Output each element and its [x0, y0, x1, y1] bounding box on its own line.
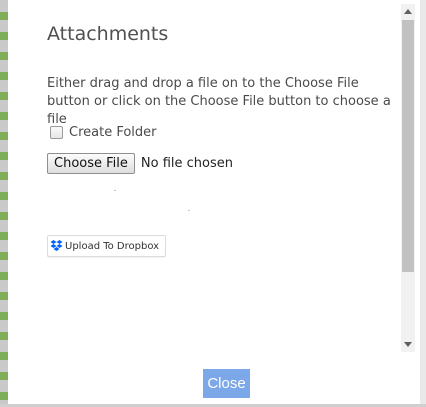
scroll-down-icon[interactable] — [404, 342, 412, 347]
background-page-strip — [0, 0, 8, 407]
create-folder-checkbox[interactable] — [50, 126, 63, 139]
choose-file-button[interactable]: Choose File — [47, 153, 135, 174]
attachments-dialog: Attachments Either drag and drop a file … — [8, 0, 420, 404]
dropbox-label: Upload To Dropbox — [65, 240, 160, 252]
faint-dot — [188, 210, 190, 211]
dialog-scroll-area: Attachments Either drag and drop a file … — [8, 0, 420, 355]
create-folder-option[interactable]: Create Folder — [50, 125, 157, 140]
file-status-text: No file chosen — [140, 156, 233, 171]
instructions-text: Either drag and drop a file on to the Ch… — [47, 76, 391, 127]
dropbox-icon — [50, 240, 63, 251]
vertical-scrollbar[interactable] — [401, 4, 415, 352]
upload-to-dropbox-button[interactable]: Upload To Dropbox — [47, 235, 167, 257]
scroll-up-icon[interactable] — [404, 9, 412, 14]
file-input: Choose File No file chosen — [47, 153, 233, 174]
close-button[interactable]: Close — [203, 369, 250, 398]
create-folder-label: Create Folder — [69, 125, 157, 140]
dialog-title: Attachments — [47, 23, 169, 45]
scrollbar-thumb[interactable] — [402, 20, 414, 272]
faint-dot — [114, 190, 116, 191]
background-right-edge — [420, 0, 426, 407]
